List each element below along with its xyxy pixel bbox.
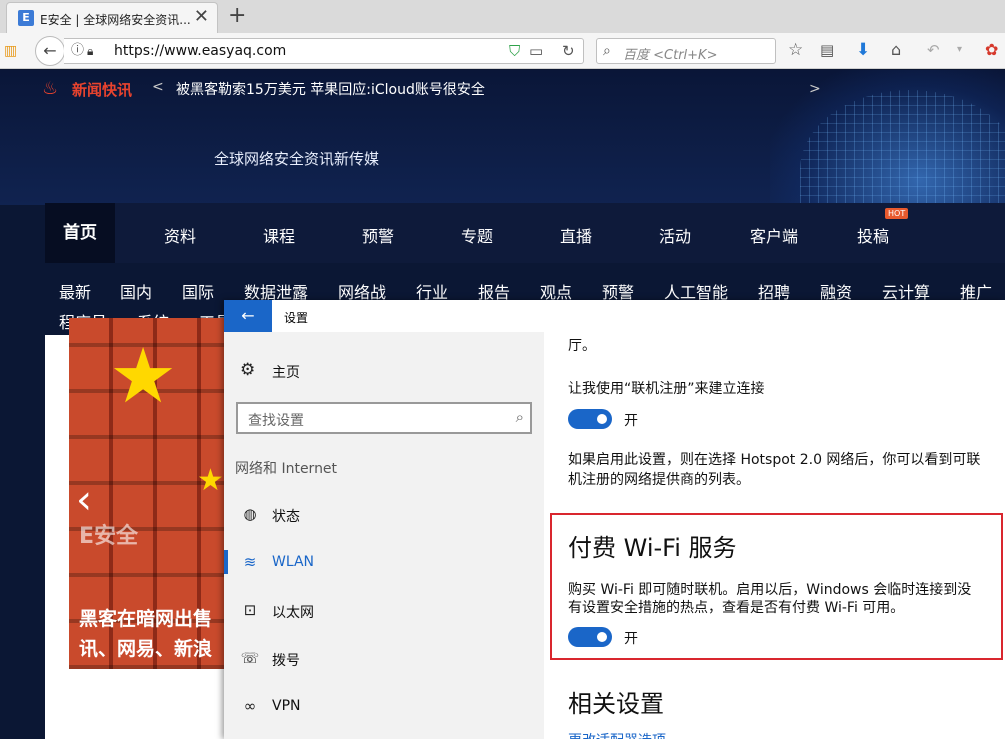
- sidebar-item-label: 以太网: [272, 605, 314, 621]
- sidebar-item-label: WLAN: [272, 554, 315, 570]
- settings-search-input[interactable]: 查找设置 ⌕: [236, 402, 532, 434]
- related-settings-heading: 相关设置: [568, 690, 664, 718]
- undo-icon[interactable]: ↶: [927, 41, 940, 59]
- nav-home[interactable]: 首页: [45, 203, 115, 263]
- nav-item-topics[interactable]: 专题: [461, 223, 493, 247]
- nav-item-alerts[interactable]: 预警: [362, 223, 394, 247]
- sub-nav-item[interactable]: 国际: [182, 279, 214, 303]
- settings-back-button[interactable]: ←: [224, 300, 272, 332]
- star-icon: ★: [197, 463, 224, 498]
- featured-image[interactable]: ★ ★ E安全 黑客在暗网出售 讯、网易、新浪: [69, 318, 225, 669]
- sidebar-item-ethernet[interactable]: ⊡ 以太网: [224, 592, 544, 628]
- sidebar-item-dialup[interactable]: ☏ 拨号: [224, 640, 544, 676]
- sidebar-item-label: VPN: [272, 698, 301, 714]
- star-icon: ★: [109, 331, 178, 420]
- search-icon[interactable]: ⌕: [516, 408, 524, 426]
- news-prev-button[interactable]: <: [152, 79, 164, 95]
- hero-banner: ♨ 新闻快讯 < 被黑客勒索15万美元 苹果回应:iCloud账号很安全 > 全…: [0, 70, 1005, 260]
- globe-icon: ◍: [243, 505, 257, 523]
- settings-home-link[interactable]: 主页: [272, 362, 300, 382]
- sub-nav-item[interactable]: 最新: [59, 279, 91, 303]
- nav-item-courses[interactable]: 课程: [263, 223, 295, 247]
- main-nav: 首页 资料 课程 预警 专题 直播 活动 客户端 投稿 HOT: [45, 203, 1005, 263]
- bookmark-sidebar-icon[interactable]: ▥: [4, 42, 17, 60]
- browser-tab[interactable]: E E安全 | 全球网络安全资讯... ✕: [6, 2, 218, 33]
- lock-warning-icon[interactable]: 🔒︎: [87, 42, 93, 60]
- sidebar-item-vpn[interactable]: ∞ VPN: [224, 688, 544, 724]
- home-icon[interactable]: ⌂: [891, 41, 901, 59]
- cut-off-text: 厅。: [568, 338, 596, 354]
- settings-sidebar: ⚙ 主页 查找设置 ⌕ 网络和 Internet ◍ 状态 ≋ WLAN ⊡ 以…: [224, 332, 544, 739]
- new-tab-icon[interactable]: +: [228, 3, 246, 29]
- section-heading: 网络和 Internet: [235, 461, 338, 477]
- online-signup-toggle-state: 开: [624, 413, 638, 429]
- search-bar-placeholder: 百度 <Ctrl+K>: [623, 48, 718, 63]
- dialup-icon: ☏: [240, 649, 260, 667]
- address-bar[interactable]: ⓘ 🔒︎ https://www.easyaq.com ⛉ ▭ ↻: [64, 38, 584, 64]
- reload-icon[interactable]: ↻: [562, 42, 575, 60]
- news-flash-label: 新闻快讯: [72, 81, 133, 99]
- online-signup-label: 让我使用“联机注册”来建立连接: [568, 381, 765, 397]
- flame-icon: ♨: [42, 78, 59, 99]
- back-button[interactable]: ←: [35, 36, 65, 66]
- downloads-icon[interactable]: ⬇: [856, 41, 870, 59]
- hot-badge: HOT: [885, 208, 909, 219]
- shield-icon[interactable]: ⛉: [509, 42, 520, 60]
- search-bar[interactable]: ⌕ 百度 <Ctrl+K>: [596, 38, 776, 64]
- slide-headline-line: 讯、网易、新浪: [79, 638, 213, 660]
- nav-item-resources[interactable]: 资料: [164, 223, 196, 247]
- sidebar-item-wlan[interactable]: ≋ WLAN: [224, 544, 544, 580]
- settings-search-placeholder: 查找设置: [248, 413, 304, 429]
- sidebar-item-label: 状态: [272, 509, 300, 525]
- settings-titlebar: ← 设置: [224, 300, 1005, 332]
- bookmarks-library-icon[interactable]: ▤: [820, 41, 834, 59]
- sidebar-item-status[interactable]: ◍ 状态: [224, 496, 544, 532]
- nav-item-client[interactable]: 客户端: [750, 223, 798, 247]
- close-tab-icon[interactable]: ✕: [194, 7, 209, 27]
- nav-item-events[interactable]: 活动: [659, 223, 691, 247]
- slider-prev-arrow-icon[interactable]: ‹: [76, 480, 92, 520]
- tab-title: E安全 | 全球网络安全资讯...: [40, 13, 190, 27]
- bookmark-star-icon[interactable]: ☆: [788, 41, 803, 59]
- browser-toolbar: ▥ ← ⓘ 🔒︎ https://www.easyaq.com ⛉ ▭ ↻ ⌕ …: [0, 33, 1005, 69]
- info-icon[interactable]: ⓘ: [71, 42, 84, 60]
- slide-headline[interactable]: 黑客在暗网出售 讯、网易、新浪: [79, 604, 212, 664]
- change-adapter-options-link[interactable]: 更改适配器选项: [568, 730, 666, 739]
- settings-title: 设置: [284, 311, 309, 325]
- url-text[interactable]: https://www.easyaq.com: [114, 43, 286, 59]
- news-next-button[interactable]: >: [809, 81, 821, 97]
- site-favicon-icon: E: [18, 10, 34, 26]
- nav-item-submit[interactable]: 投稿: [857, 223, 889, 247]
- hotspot-description-line: 机注册的网络提供商的列表。: [568, 472, 750, 488]
- highlight-annotation-box: [550, 513, 1003, 660]
- gear-icon: ⚙: [240, 360, 256, 380]
- extension-icon[interactable]: ✿: [985, 41, 998, 59]
- vpn-icon: ∞: [243, 697, 257, 715]
- chevron-down-icon[interactable]: ▾: [957, 41, 962, 59]
- nav-item-live[interactable]: 直播: [560, 223, 592, 247]
- sidebar-item-label: 拨号: [272, 653, 300, 669]
- online-signup-toggle[interactable]: [568, 409, 612, 429]
- hotspot-description-line: 如果启用此设置，则在选择 Hotspot 2.0 网络后，你可以看到可联: [568, 452, 981, 468]
- sub-nav-item[interactable]: 国内: [120, 279, 152, 303]
- ethernet-icon: ⊡: [243, 601, 257, 619]
- wifi-icon: ≋: [243, 553, 257, 571]
- search-icon: ⌕: [603, 43, 611, 59]
- news-headline-link[interactable]: 被黑客勒索15万美元 苹果回应:iCloud账号很安全: [176, 79, 485, 99]
- reader-view-icon[interactable]: ▭: [529, 42, 543, 60]
- site-tagline: 全球网络安全资讯新传媒: [214, 150, 380, 168]
- slide-headline-line: 黑客在暗网出售: [79, 608, 213, 630]
- tab-bar: E E安全 | 全球网络安全资讯... ✕ +: [0, 0, 1005, 33]
